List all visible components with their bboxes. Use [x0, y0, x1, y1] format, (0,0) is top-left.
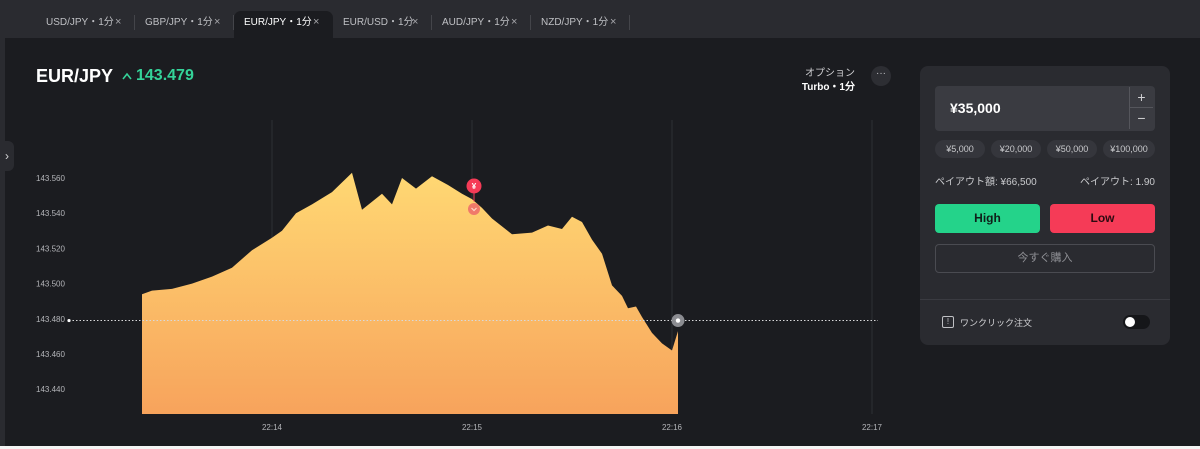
amount-value: ¥35,000 [950, 100, 1001, 116]
tab-bar: USD/JPY・1分 × GBP/JPY・1分 × EUR/JPY・1分 × E… [0, 0, 1200, 38]
current-price: 143.479 [122, 67, 194, 85]
close-icon[interactable]: × [610, 11, 616, 34]
close-icon[interactable]: × [115, 11, 121, 34]
preset-20000-button[interactable]: ¥20,000 [991, 140, 1041, 158]
tab-label: GBP/JPY・1分 [145, 17, 213, 28]
yen-icon: ¥ [472, 182, 477, 191]
y-tick-label: 143.520 [36, 244, 65, 253]
payout-rate: ペイアウト: 1.90 [1079, 177, 1155, 188]
tab-aud-jpy[interactable]: AUD/JPY・1分 × [432, 11, 531, 38]
one-click-icon: ! [942, 316, 954, 328]
buy-now-button[interactable]: 今すぐ購入 [935, 244, 1155, 273]
tab-label: NZD/JPY・1分 [541, 17, 609, 28]
x-tick-label: 22:14 [262, 423, 283, 432]
preset-5000-button[interactable]: ¥5,000 [935, 140, 985, 158]
trade-marker[interactable]: ¥ [466, 178, 482, 216]
one-click-label: ワンクリック注文 [960, 318, 1033, 328]
tab-eur-usd[interactable]: EUR/USD・1分 × [333, 11, 432, 38]
option-label: オプション [805, 68, 855, 79]
price-chart: 143.560 143.540 143.520 143.500 143.480 143.4… [36, 120, 883, 432]
payout-amount: ペイアウト額: ¥66,500 [935, 177, 1037, 188]
toggle-knob [1125, 317, 1135, 327]
divider [920, 299, 1170, 300]
amount-field[interactable]: ¥35,000 + − [935, 86, 1155, 131]
tab-label: AUD/JPY・1分 [442, 17, 510, 28]
current-price-start-dot [67, 318, 71, 323]
tab-label: EUR/JPY・1分 [244, 17, 312, 28]
pair-title: EUR/JPY [36, 66, 114, 86]
tab-usd-jpy[interactable]: USD/JPY・1分 × [36, 11, 135, 38]
low-button[interactable]: Low [1050, 204, 1155, 233]
preset-100000-button[interactable]: ¥100,000 [1103, 140, 1155, 158]
close-icon[interactable]: × [214, 11, 220, 34]
y-tick-label: 143.560 [36, 174, 65, 183]
decrease-amount-button[interactable]: − [1129, 108, 1153, 129]
increase-amount-button[interactable]: + [1129, 87, 1153, 108]
x-tick-label: 22:15 [462, 423, 483, 432]
close-icon[interactable]: × [313, 11, 319, 34]
tab-nzd-jpy[interactable]: NZD/JPY・1分 × [531, 11, 630, 38]
more-options-button[interactable]: ··· [871, 66, 891, 86]
tab-label: USD/JPY・1分 [46, 17, 114, 28]
y-tick-label: 143.500 [36, 280, 65, 289]
current-point-marker [671, 314, 685, 328]
option-value[interactable]: Turbo・1分 [802, 78, 855, 93]
up-chevron-icon [122, 72, 132, 80]
y-tick-label: 143.440 [36, 385, 65, 394]
y-tick-label: 143.480 [36, 315, 65, 324]
x-tick-label: 22:16 [662, 423, 683, 432]
close-icon[interactable]: × [511, 11, 517, 34]
close-icon[interactable]: × [412, 11, 418, 34]
trading-app: USD/JPY・1分 × GBP/JPY・1分 × EUR/JPY・1分 × E… [0, 0, 1200, 446]
tab-gbp-jpy[interactable]: GBP/JPY・1分 × [135, 11, 234, 38]
high-button[interactable]: High [935, 204, 1040, 233]
tab-label: EUR/USD・1分 [343, 17, 414, 28]
x-tick-label: 22:17 [862, 423, 883, 432]
preset-50000-button[interactable]: ¥50,000 [1047, 140, 1097, 158]
trade-panel: ¥35,000 + − ¥5,000 ¥20,000 ¥50,000 ¥100,… [920, 66, 1170, 345]
tab-eur-jpy[interactable]: EUR/JPY・1分 × [234, 11, 333, 38]
one-click-toggle[interactable] [1123, 315, 1150, 329]
y-tick-label: 143.460 [36, 350, 65, 359]
price-value: 143.479 [136, 67, 194, 84]
y-tick-label: 143.540 [36, 209, 65, 218]
price-area [142, 172, 678, 414]
